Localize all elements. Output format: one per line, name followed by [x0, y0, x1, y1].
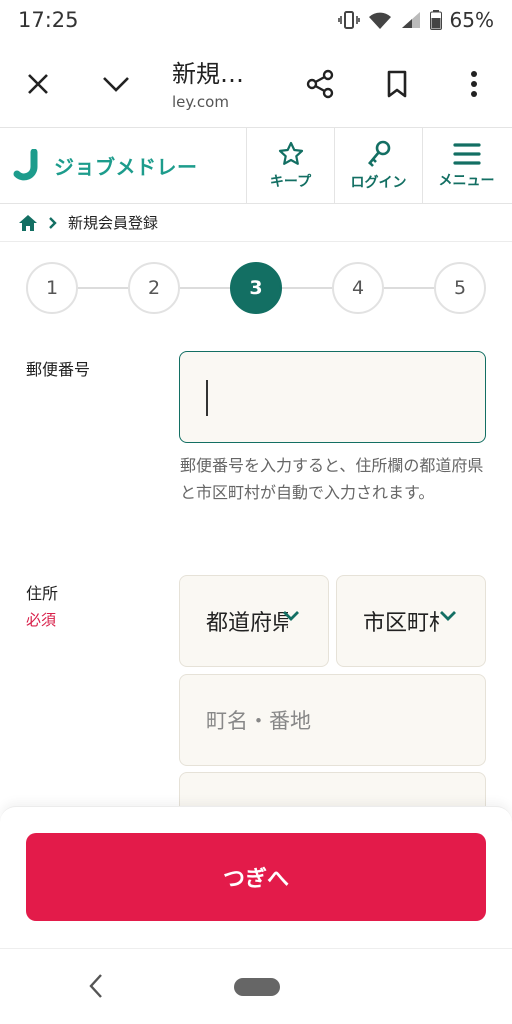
menu-label: メニュー	[438, 172, 495, 189]
star-icon	[278, 141, 303, 165]
required-badge: 必須	[26, 611, 57, 629]
browser-toolbar: 新規… ley.com	[0, 40, 512, 128]
system-nav-bar	[0, 948, 512, 1024]
step-3: 3	[230, 262, 282, 314]
postal-code-label: 郵便番号	[26, 360, 91, 379]
more-vert-icon	[471, 71, 477, 97]
street-input[interactable]: 町名・番地	[179, 674, 486, 766]
status-bar: 17:25 65%	[0, 0, 512, 40]
keep-label: キープ	[269, 173, 312, 190]
collapse-button[interactable]	[92, 60, 140, 108]
signal-icon	[401, 12, 420, 28]
postal-help-text: 郵便番号を入力すると、住所欄の都道府県と市区町村が自動で入力されます。	[180, 456, 484, 502]
chevron-down-icon	[103, 77, 129, 92]
more-options-button[interactable]	[450, 60, 498, 108]
prefecture-value: 都道府県	[206, 611, 288, 636]
site-header: ジョブメドレー キープ ログイン メニュー	[0, 128, 512, 204]
step-4: 4	[332, 262, 384, 314]
home-pill[interactable]	[234, 978, 280, 996]
wifi-icon	[368, 12, 391, 29]
login-button[interactable]: ログイン	[334, 128, 422, 203]
browser-url: ley.com	[172, 93, 229, 111]
browser-page-title: 新規…	[172, 60, 244, 88]
keep-button[interactable]: キープ	[246, 128, 334, 203]
vibrate-icon	[337, 11, 360, 29]
breadcrumb-current: 新規会員登録	[68, 214, 159, 232]
prefecture-select[interactable]: 都道府県	[179, 575, 329, 667]
chevron-down-icon	[440, 611, 456, 621]
menu-icon	[452, 142, 481, 165]
key-icon	[367, 140, 390, 167]
home-icon[interactable]	[18, 214, 38, 232]
step-1: 1	[26, 262, 78, 314]
site-logo[interactable]: ジョブメドレー	[0, 128, 246, 203]
street-placeholder: 町名・番地	[206, 709, 311, 733]
share-button[interactable]	[296, 60, 344, 108]
battery-icon	[429, 10, 442, 30]
next-button[interactable]: つぎへ	[26, 833, 486, 921]
browser-title-area[interactable]: 新規… ley.com	[172, 54, 244, 111]
postal-code-input[interactable]	[179, 351, 486, 443]
menu-button[interactable]: メニュー	[422, 128, 510, 203]
logo-text: ジョブメドレー	[54, 155, 198, 179]
breadcrumb: 新規会員登録	[0, 204, 512, 242]
status-time: 17:25	[18, 8, 79, 32]
login-label: ログイン	[350, 174, 407, 191]
close-icon	[28, 74, 48, 94]
chevron-down-icon	[283, 611, 299, 621]
bookmark-button[interactable]	[373, 60, 421, 108]
close-tab-button[interactable]	[14, 60, 62, 108]
address-label: 住所	[26, 584, 59, 603]
back-icon[interactable]	[88, 973, 104, 999]
step-5: 5	[434, 262, 486, 314]
city-select[interactable]: 市区町村	[336, 575, 486, 667]
logo-mark-icon	[13, 148, 38, 180]
city-value: 市区町村	[363, 611, 439, 636]
progress-stepper: 1 2 3 4 5	[26, 262, 486, 314]
text-caret	[206, 380, 208, 416]
bottom-action-bar: つぎへ	[0, 806, 512, 948]
battery-level: 65%	[449, 8, 494, 32]
chevron-right-icon	[49, 216, 57, 229]
share-icon	[306, 69, 334, 99]
bookmark-icon	[387, 70, 407, 98]
step-2: 2	[128, 262, 180, 314]
